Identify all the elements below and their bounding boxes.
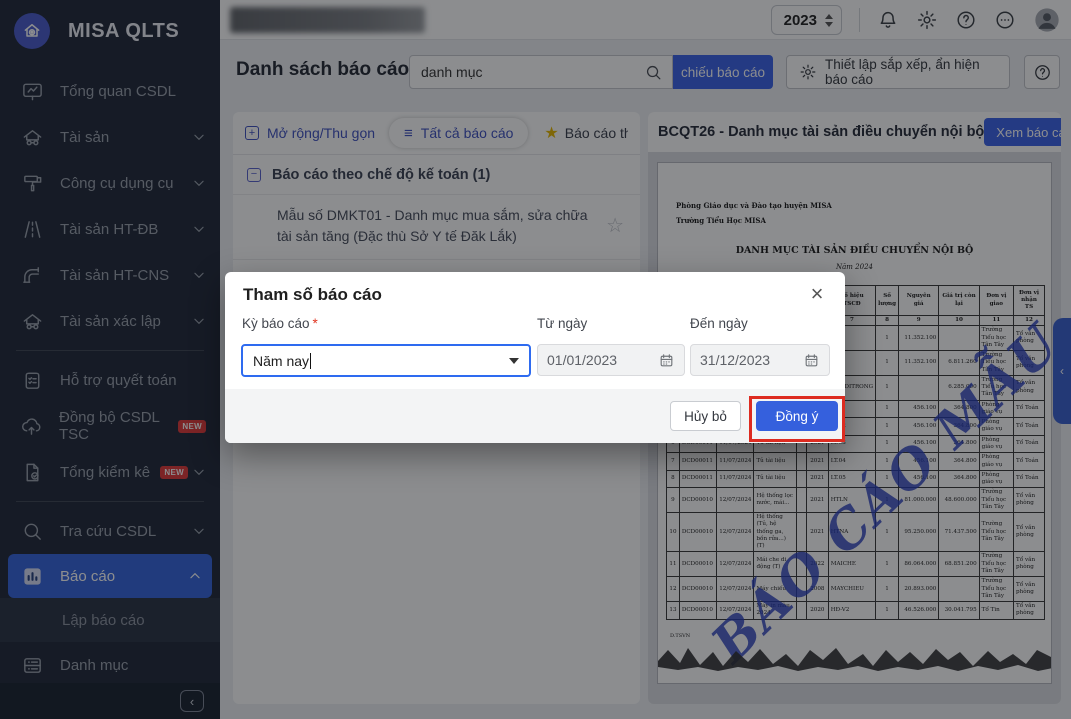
- period-select-value: Năm nay: [253, 352, 310, 369]
- report-parameters-modal: Tham số báo cáo × Kỳ báo cáo * Năm nay Từ…: [225, 272, 845, 443]
- modal-title: Tham số báo cáo: [243, 285, 382, 304]
- cancel-button[interactable]: Hủy bỏ: [670, 401, 741, 431]
- period-label: Kỳ báo cáo *: [242, 316, 318, 331]
- ok-button[interactable]: Đồng ý: [756, 401, 838, 431]
- modal-footer: Hủy bỏ Đồng ý: [225, 389, 845, 443]
- to-date-label: Đến ngày: [690, 316, 748, 331]
- to-date-value: 31/12/2023: [700, 352, 771, 368]
- calendar-icon[interactable]: [658, 352, 675, 369]
- from-date-input[interactable]: 01/01/2023: [537, 344, 685, 376]
- text-cursor: [310, 352, 312, 369]
- period-select[interactable]: Năm nay: [241, 344, 531, 377]
- to-date-input[interactable]: 31/12/2023: [690, 344, 830, 376]
- required-asterisk: *: [312, 316, 318, 331]
- from-date-label: Từ ngày: [537, 316, 588, 331]
- close-icon[interactable]: ×: [803, 280, 831, 308]
- chevron-down-icon: [509, 357, 519, 364]
- misa-qlts-app: MISA QLTS Tổng quan CSDL Tài sản Công cụ d…: [0, 0, 1071, 719]
- from-date-value: 01/01/2023: [547, 352, 618, 368]
- calendar-icon[interactable]: [803, 352, 820, 369]
